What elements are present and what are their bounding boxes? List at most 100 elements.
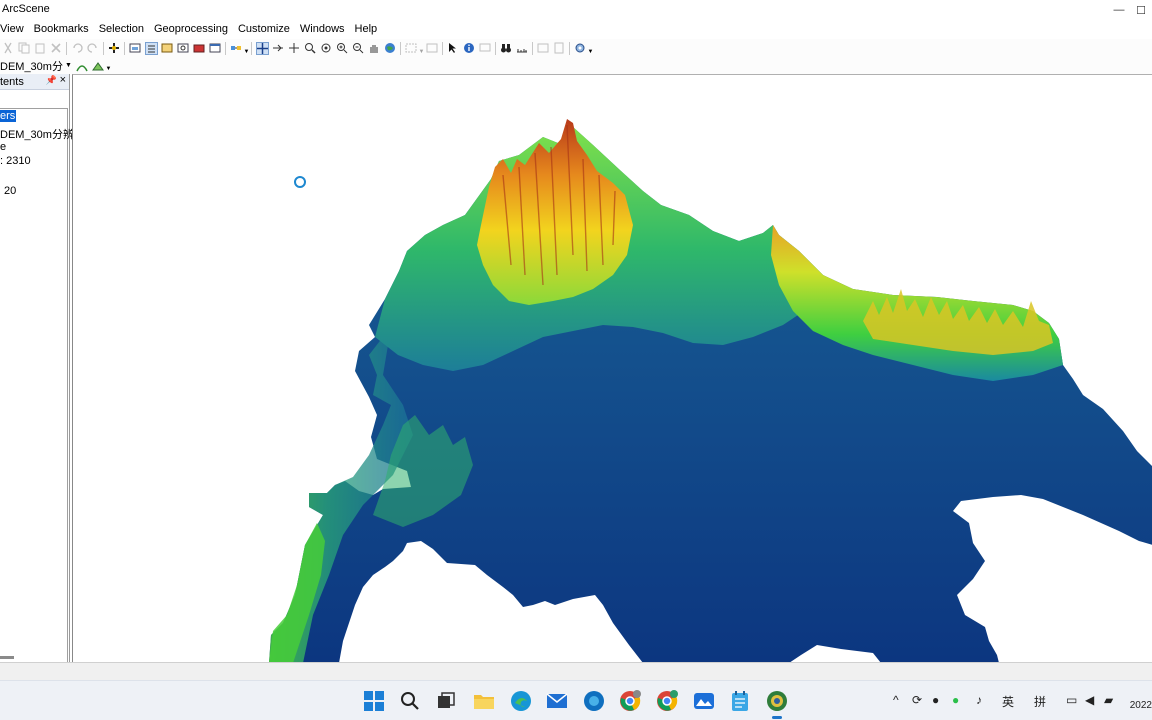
toc-row-dem-layer[interactable]: DEM_30m分辨 [0,126,74,142]
clear-selection-icon[interactable] [426,42,439,55]
file-explorer-icon[interactable] [472,689,496,713]
chevron-down-icon[interactable]: ▼ [588,42,594,55]
maximize-button[interactable]: ☐ [1130,0,1152,20]
customize-gear-icon[interactable] [574,42,587,55]
undo-icon[interactable] [71,42,84,55]
microphone-icon[interactable]: ♪ [976,693,982,707]
dem-terrain-render [269,119,1152,662]
chevron-up-icon[interactable]: ^ [893,693,899,707]
windows-taskbar: ^ ⟳ ● ● ♪ 英 拼 ▭ ◀ ▰ 2022 [0,680,1152,720]
toc-window-icon[interactable] [144,41,158,55]
zoom-to-target-icon[interactable] [304,42,317,55]
toolbar-separator [495,41,496,55]
add-data-icon[interactable] [108,42,121,55]
fly-tool-icon[interactable] [272,42,285,55]
menu-bookmarks[interactable]: Bookmarks [29,20,94,39]
toolbar-separator [124,41,125,55]
chevron-down-icon[interactable]: ▼ [419,42,425,55]
arctoolbox-icon[interactable] [193,42,206,55]
zoom-out-icon[interactable] [352,42,365,55]
edge-browser-icon[interactable] [509,689,533,713]
volume-icon[interactable]: ◀ [1085,693,1094,707]
menu-selection[interactable]: Selection [94,20,149,39]
3d-effects-toolbar: DEM_30m分 ▼ ▼ [0,57,1152,74]
layer-selector-dropdown[interactable]: DEM_30m分 ▼ [0,58,74,73]
arcscene-app-icon[interactable] [765,689,789,713]
menu-view[interactable]: View [0,20,29,39]
redo-icon[interactable] [87,42,100,55]
toolbar-separator [532,41,533,55]
find-binoculars-icon[interactable] [500,42,513,55]
toc-row-layers[interactable]: ers [0,110,17,122]
html-popup-icon[interactable] [479,42,492,55]
set-observer-icon[interactable] [320,42,333,55]
toolbar-separator [569,41,570,55]
ime-mode-indicator[interactable]: 拼 [1034,693,1046,710]
animation-icon[interactable] [537,42,550,55]
layout-icon[interactable] [553,42,566,55]
chevron-down-icon[interactable]: ▼ [105,59,111,72]
arcscene-window: ArcScene — ☐ View Bookmarks Selection Ge… [0,0,1152,720]
chrome-work-icon[interactable] [618,689,642,713]
edge-dev-icon[interactable] [582,689,606,713]
pin-icon[interactable]: 📌 [46,75,57,86]
photos-app-icon[interactable] [692,689,716,713]
system-clock[interactable]: 2022 [1130,700,1152,711]
menu-geoprocessing[interactable]: Geoprocessing [149,20,233,39]
wechat-icon[interactable]: ● [952,693,959,707]
dem-lowland-region [269,127,1152,662]
mouse-cursor-ring [294,176,306,188]
toc-title: tents [0,76,24,88]
paste-icon[interactable] [34,42,47,55]
window-title: ArcScene [2,3,50,15]
toc-header: tents 📌 × [0,74,69,90]
toolbar-separator [66,41,67,55]
menu-windows[interactable]: Windows [295,20,350,39]
identify-icon[interactable] [463,42,476,55]
cut-icon[interactable] [2,42,15,55]
mail-icon[interactable] [545,689,569,713]
toc-row-low-value: 20 [4,185,17,197]
sync-icon[interactable]: ⟳ [912,693,922,707]
navigate-tool-icon[interactable] [255,41,269,55]
scene-view[interactable] [72,74,1152,662]
search-icon[interactable] [398,689,422,713]
qq-icon[interactable]: ● [932,693,939,707]
delete-icon[interactable] [50,42,63,55]
pan-hand-icon[interactable] [368,42,381,55]
toolbar-separator [251,41,252,55]
notepad-icon[interactable] [728,689,752,713]
ime-language-indicator[interactable]: 英 [1002,693,1014,710]
search-window-icon[interactable] [177,42,190,55]
menu-customize[interactable]: Customize [233,20,295,39]
menu-help[interactable]: Help [350,20,383,39]
python-window-icon[interactable] [209,42,222,55]
select-features-icon[interactable] [405,42,418,55]
status-bar [0,662,1152,680]
network-icon[interactable]: ▭ [1066,693,1077,707]
select-elements-icon[interactable] [447,42,460,55]
layer-face-culling-icon[interactable] [91,59,104,72]
full-extent-globe-icon[interactable] [384,42,397,55]
scene-properties-icon[interactable] [129,42,142,55]
windows-start-icon[interactable] [362,689,386,713]
copy-icon[interactable] [18,42,31,55]
close-icon[interactable]: × [60,74,66,86]
measure-icon[interactable] [516,42,529,55]
toc-tree: ers DEM_30m分辨 e : 2310 20 [0,108,74,663]
task-view-icon[interactable] [434,689,458,713]
model-builder-icon[interactable] [230,42,243,55]
title-bar: ArcScene — ☐ [0,0,1152,20]
toolbar-separator [442,41,443,55]
chevron-down-icon[interactable]: ▼ [244,42,250,55]
zoom-in-icon[interactable] [336,42,349,55]
catalog-window-icon[interactable] [161,42,174,55]
battery-icon[interactable]: ▰ [1104,693,1113,707]
toolbar-separator [400,41,401,55]
layer-transparency-icon[interactable] [75,59,88,72]
chrome-profile-icon[interactable] [655,689,679,713]
toc-horizontal-scrollbar[interactable] [0,656,14,659]
center-on-target-icon[interactable] [288,42,301,55]
minimize-button[interactable]: — [1108,0,1130,20]
toc-row-value: e [0,141,7,153]
